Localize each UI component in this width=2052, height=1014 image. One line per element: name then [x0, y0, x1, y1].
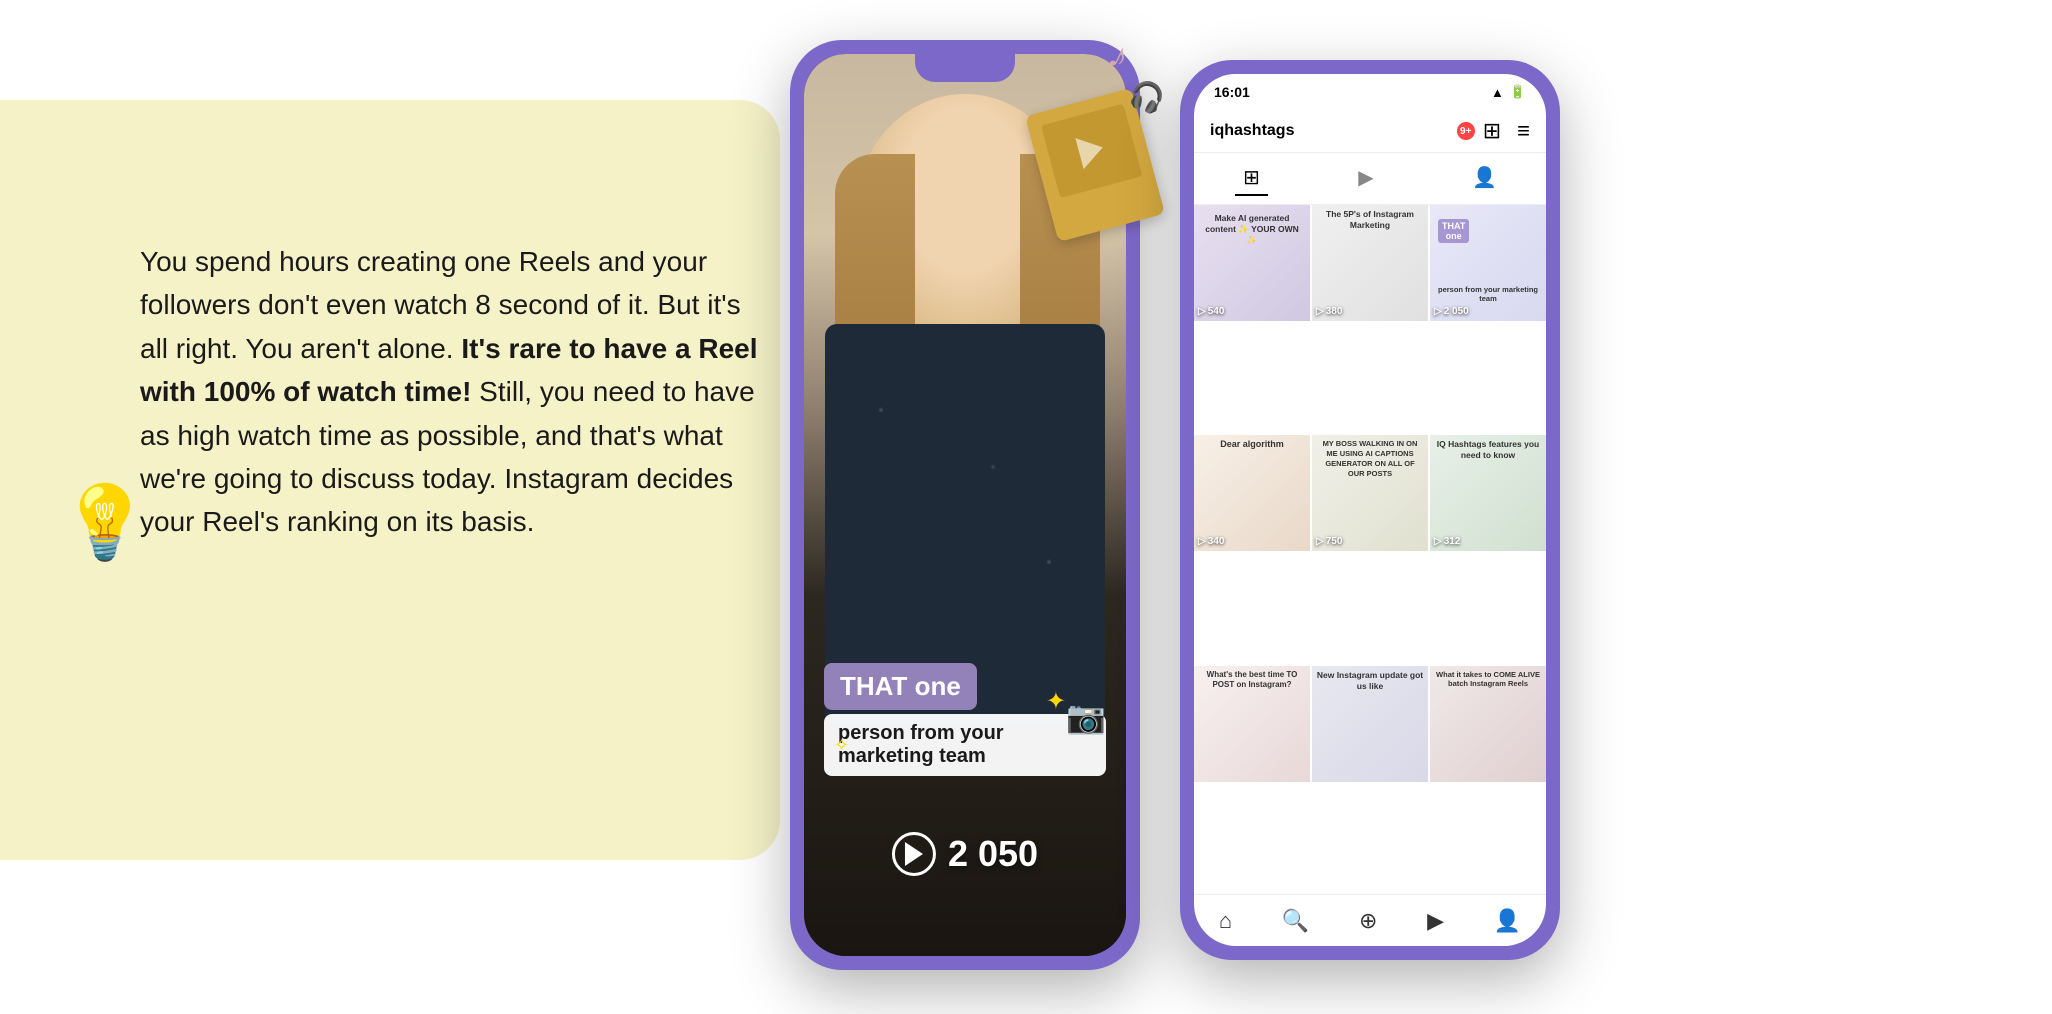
grid-cell-7-content: What's the best time TO POST on Instagra…: [1194, 666, 1310, 782]
nav-add-icon[interactable]: ⊕: [1359, 908, 1377, 934]
phone2-screen: 16:01 ▲ 🔋 iqhashtags 9+ ⊞ ≡ ⊞ ▶ 👤: [1194, 74, 1546, 946]
that-one-grid-text: THAT one: [1438, 219, 1469, 243]
nav-profile-icon[interactable]: 👤: [1494, 908, 1521, 934]
nav-reels-icon[interactable]: ▶: [1427, 908, 1444, 934]
that-one-badge: THAT one person from your marketing team: [824, 663, 1106, 776]
nav-home-icon[interactable]: ⌂: [1219, 908, 1232, 934]
cell6-text: IQ Hashtags features you need to know: [1434, 439, 1542, 461]
cell1-inner: Make AI generated content ✨ YOUR OWN ✨: [1198, 209, 1306, 317]
cell2-text: The 5P's of Instagram Marketing: [1316, 209, 1424, 231]
grid-cell-1: Make AI generated content ✨ YOUR OWN ✨ ▷…: [1194, 205, 1310, 321]
ig-profile-header: iqhashtags 9+ ⊞ ≡: [1194, 110, 1546, 153]
ig-content-grid: Make AI generated content ✨ YOUR OWN ✨ ▷…: [1194, 205, 1546, 894]
grid-cell-3-content: THAT one person from your marketing team: [1430, 205, 1546, 321]
ig-header-icons: ⊞ ≡: [1483, 118, 1530, 144]
left-content-area: You spend hours creating one Reels and y…: [140, 240, 760, 544]
cell6-count: ▷312: [1434, 536, 1460, 547]
cell9-text: What it takes to COME ALIVE batch Instag…: [1434, 670, 1542, 690]
grid-cell-4-content: Dear algorithm: [1194, 435, 1310, 551]
grid-cell-8: New Instagram update got us like: [1312, 666, 1428, 782]
status-bar: 16:01 ▲ 🔋: [1194, 74, 1546, 110]
status-time: 16:01: [1214, 84, 1250, 100]
ig-bottom-nav: ⌂ 🔍 ⊕ ▶ 👤: [1194, 894, 1546, 946]
grid-cell-6: IQ Hashtags features you need to know ▷3…: [1430, 435, 1546, 551]
cell4-text: Dear algorithm: [1198, 439, 1306, 449]
ig-username: iqhashtags: [1210, 122, 1449, 140]
tab-tagged[interactable]: 👤: [1464, 161, 1505, 196]
grid-cell-8-content: New Instagram update got us like: [1312, 666, 1428, 782]
grid-cell-5: MY BOSS WALKING IN ON ME USING AI CAPTIO…: [1312, 435, 1428, 551]
camera-sticker-icon: 📷: [1066, 698, 1106, 736]
grid-cell-2-content: The 5P's of Instagram Marketing: [1312, 205, 1428, 321]
sparkle-icon-1: ✦: [1046, 687, 1066, 716]
menu-icon[interactable]: ≡: [1517, 118, 1530, 144]
play-button[interactable]: [892, 832, 936, 876]
cell1-text: Make AI generated content ✨ YOUR OWN ✨: [1202, 213, 1302, 246]
main-paragraph: You spend hours creating one Reels and y…: [140, 240, 760, 544]
grid-cell-6-content: IQ Hashtags features you need to know: [1430, 435, 1546, 551]
play-count-area: 2 050: [892, 832, 1038, 876]
phone2-device: 16:01 ▲ 🔋 iqhashtags 9+ ⊞ ≡ ⊞ ▶ 👤: [1180, 60, 1560, 960]
phone1-notch: [915, 54, 1015, 82]
grid-cell-5-content: MY BOSS WALKING IN ON ME USING AI CAPTIO…: [1312, 435, 1428, 551]
grid-cell-9-content: What it takes to COME ALIVE batch Instag…: [1430, 666, 1546, 782]
wifi-icon: ▲: [1491, 85, 1504, 100]
cell4-count: ▷340: [1198, 536, 1224, 547]
cell3-subtext: person from your marketing team: [1434, 285, 1542, 303]
polaroid-play-icon: [1075, 132, 1106, 169]
grid-cell-4: Dear algorithm ▷340: [1194, 435, 1310, 551]
tab-reels[interactable]: ▶: [1350, 161, 1381, 196]
grid-cell-2: The 5P's of Instagram Marketing ▷380: [1312, 205, 1428, 321]
tab-grid[interactable]: ⊞: [1235, 161, 1268, 196]
grid-cell-1-content: Make AI generated content ✨ YOUR OWN ✨: [1194, 205, 1310, 321]
cell8-text: New Instagram update got us like: [1316, 670, 1424, 692]
grid-cell-3: THAT one person from your marketing team…: [1430, 205, 1546, 321]
shirt-pattern: [825, 334, 1105, 714]
view-count: 2 050: [948, 833, 1038, 875]
add-content-icon[interactable]: ⊞: [1483, 118, 1501, 144]
status-icons: ▲ 🔋: [1491, 84, 1526, 100]
bulb-icon: 💡: [60, 480, 150, 565]
grid-cell-7: What's the best time TO POST on Instagra…: [1194, 666, 1310, 782]
phone1-device: THAT one person from your marketing team…: [790, 40, 1140, 970]
cell5-count: ▷750: [1316, 536, 1342, 547]
play-triangle-icon: [905, 842, 923, 866]
cell5-text: MY BOSS WALKING IN ON ME USING AI CAPTIO…: [1316, 439, 1424, 478]
sparkle-icon-2: ✧: [834, 735, 849, 756]
nav-search-icon[interactable]: 🔍: [1282, 908, 1309, 934]
battery-icon: 🔋: [1510, 84, 1526, 100]
marketing-team-text: person from your marketing team: [824, 714, 1106, 776]
cell7-text: What's the best time TO POST on Instagra…: [1198, 670, 1306, 691]
that-one-text: THAT one: [824, 663, 977, 710]
grid-cell-9: What it takes to COME ALIVE batch Instag…: [1430, 666, 1546, 782]
cell3-count: ▷2 050: [1434, 306, 1469, 317]
ig-tabs: ⊞ ▶ 👤: [1194, 153, 1546, 205]
notification-badge: 9+: [1457, 122, 1475, 140]
bold-text: It's rare to have a Reel with 100% of wa…: [140, 333, 758, 407]
cell2-count: ▷380: [1316, 306, 1342, 317]
cell1-count: ▷540: [1198, 306, 1224, 317]
